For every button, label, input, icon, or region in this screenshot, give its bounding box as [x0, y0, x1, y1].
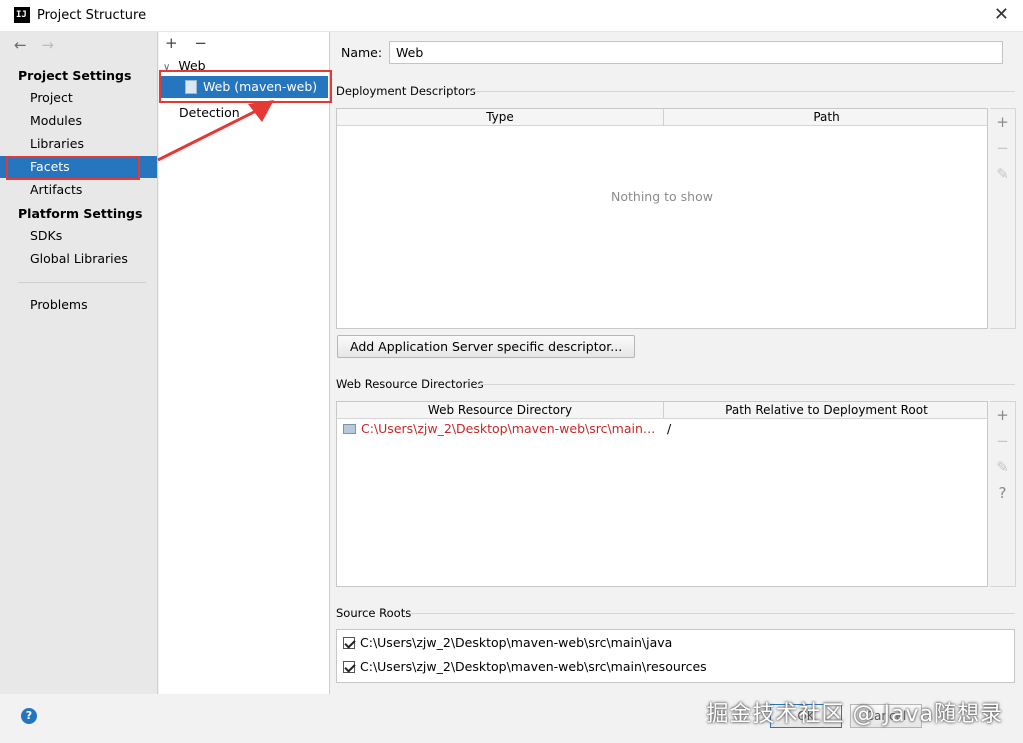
folder-icon: [343, 424, 356, 434]
close-icon[interactable]: ✕: [994, 4, 1009, 25]
section-divider: [411, 613, 1015, 614]
facet-details-panel: Name: Deployment Descriptors Type Path N…: [331, 32, 1023, 694]
facets-highlight-box: [6, 156, 140, 180]
add-server-descriptor-button[interactable]: Add Application Server specific descript…: [337, 335, 636, 358]
web-facet-highlight-box: [159, 70, 332, 103]
table-header: Web Resource Directory Path Relative to …: [337, 402, 987, 419]
remove-descriptor-icon[interactable]: −: [990, 135, 1015, 161]
column-header-path[interactable]: Path: [663, 109, 989, 125]
empty-table-message: Nothing to show: [611, 189, 713, 204]
sidebar-item-problems[interactable]: Problems: [0, 294, 157, 316]
help-question-icon[interactable]: ?: [990, 480, 1015, 506]
watermark-text: 掘金技术社区 @ Java随想录: [706, 702, 1003, 727]
relative-path-cell: /: [667, 421, 672, 436]
column-header-web-resource-directory[interactable]: Web Resource Directory: [337, 402, 663, 418]
source-roots-list: C:\Users\zjw_2\Desktop\maven-web\src\mai…: [336, 629, 1015, 683]
deployment-descriptors-title: Deployment Descriptors: [336, 84, 476, 98]
section-divider: [476, 384, 1015, 385]
sidebar-item-artifacts[interactable]: Artifacts: [0, 179, 157, 201]
sidebar-item-libraries[interactable]: Libraries: [0, 133, 157, 155]
source-roots-title: Source Roots: [336, 606, 412, 620]
remove-web-resource-icon[interactable]: −: [990, 428, 1015, 454]
title-bar: IJ Project Structure ✕: [0, 0, 1023, 32]
source-root-checkbox[interactable]: [343, 637, 355, 649]
sidebar-item-project[interactable]: Project: [0, 87, 157, 109]
help-icon[interactable]: ?: [21, 708, 37, 724]
facets-toolbar: + −: [165, 34, 219, 52]
project-settings-header: Project Settings: [18, 68, 132, 83]
sidebar-divider: [18, 282, 146, 283]
intellij-app-icon: IJ: [14, 7, 30, 23]
list-item[interactable]: C:\Users\zjw_2\Desktop\maven-web\src\mai…: [343, 632, 672, 654]
settings-sidebar: ← → Project Settings Project Modules Lib…: [0, 32, 158, 694]
add-facet-icon[interactable]: +: [165, 34, 178, 52]
web-resource-tools: + − ✎ ?: [990, 401, 1016, 587]
facet-name-input[interactable]: [389, 41, 1003, 64]
edit-descriptor-icon[interactable]: ✎: [990, 161, 1015, 187]
window-title: Project Structure: [37, 8, 147, 23]
table-row[interactable]: C:\Users\zjw_2\Desktop\maven-web\src\mai…: [337, 420, 987, 438]
web-resource-directories-title: Web Resource Directories: [336, 377, 484, 391]
add-descriptor-icon[interactable]: +: [990, 109, 1015, 135]
edit-web-resource-icon[interactable]: ✎: [990, 454, 1015, 480]
add-web-resource-icon[interactable]: +: [990, 402, 1015, 428]
sidebar-item-global-libraries[interactable]: Global Libraries: [0, 248, 157, 270]
column-header-relative-path[interactable]: Path Relative to Deployment Root: [663, 402, 989, 418]
facets-tree-panel: + − ∨ Web Web (maven-web) Detection: [159, 32, 330, 694]
list-item[interactable]: C:\Users\zjw_2\Desktop\maven-web\src\mai…: [343, 656, 707, 678]
descriptor-tools: + − ✎: [990, 108, 1016, 329]
forward-arrow-icon[interactable]: →: [41, 36, 54, 54]
column-header-type[interactable]: Type: [337, 109, 663, 125]
sidebar-item-modules[interactable]: Modules: [0, 110, 157, 132]
deployment-descriptors-table[interactable]: Type Path Nothing to show: [336, 108, 988, 329]
dialog-footer: ? OK Cancel 掘金技术社区 @ Java随想录: [0, 694, 1023, 743]
sidebar-item-sdks[interactable]: SDKs: [0, 225, 157, 247]
history-navigation: ← →: [14, 36, 64, 54]
web-resource-directory-cell: C:\Users\zjw_2\Desktop\maven-web\src\mai…: [343, 420, 659, 438]
name-label: Name:: [341, 45, 383, 60]
back-arrow-icon[interactable]: ←: [14, 36, 27, 54]
source-root-checkbox[interactable]: [343, 661, 355, 673]
remove-facet-icon[interactable]: −: [194, 34, 207, 52]
web-resource-directories-table[interactable]: Web Resource Directory Path Relative to …: [336, 401, 988, 587]
section-divider: [471, 91, 1015, 92]
tree-node-detection[interactable]: Detection: [179, 105, 240, 120]
platform-settings-header: Platform Settings: [18, 206, 143, 221]
table-header: Type Path: [337, 109, 987, 126]
